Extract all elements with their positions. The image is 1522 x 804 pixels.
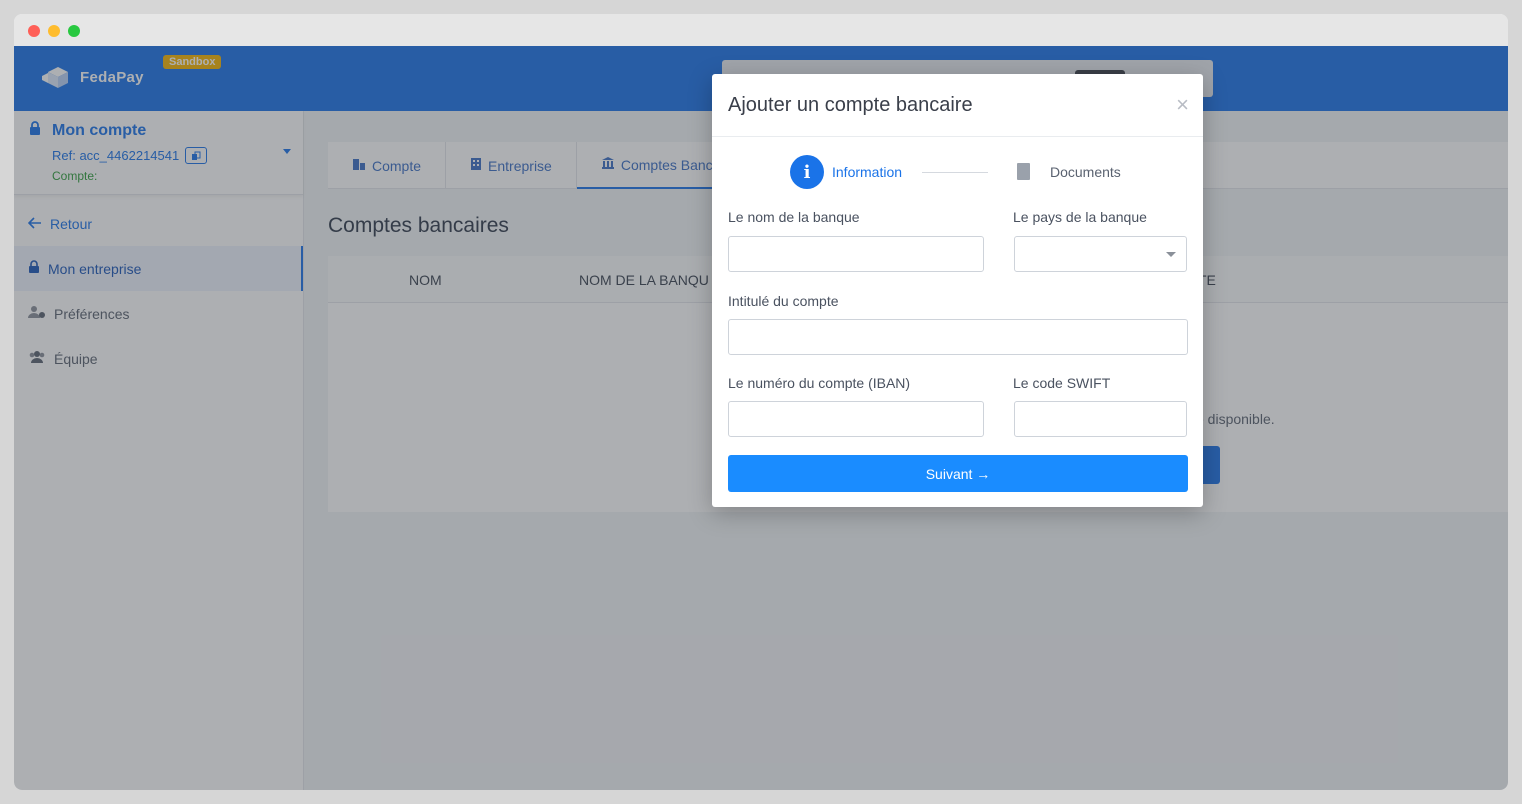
iban-label: Le numéro du compte (IBAN) bbox=[728, 375, 911, 391]
account-title-label: Intitulé du compte bbox=[728, 293, 839, 309]
iban-input[interactable] bbox=[728, 401, 984, 437]
stepper: i Information Documents bbox=[712, 153, 1203, 189]
modal-title: Ajouter un compte bancaire bbox=[728, 94, 973, 116]
step-information: Information bbox=[832, 164, 903, 180]
chevron-down-icon bbox=[1166, 252, 1176, 257]
bank-name-input[interactable] bbox=[728, 236, 984, 272]
step-connector bbox=[922, 172, 988, 173]
info-icon: i bbox=[790, 155, 824, 189]
maximize-window-button[interactable] bbox=[68, 25, 80, 37]
next-button[interactable]: Suivant → bbox=[728, 455, 1188, 492]
document-icon bbox=[1017, 163, 1030, 180]
close-window-button[interactable] bbox=[28, 25, 40, 37]
modal-header: Ajouter un compte bancaire × bbox=[712, 74, 1203, 137]
bank-country-label: Le pays de la banque bbox=[1013, 209, 1147, 225]
add-bank-account-modal: Ajouter un compte bancaire × i Informati… bbox=[712, 74, 1203, 507]
bank-name-label: Le nom de la banque bbox=[728, 209, 860, 225]
swift-input[interactable] bbox=[1014, 401, 1187, 437]
swift-label: Le code SWIFT bbox=[1013, 375, 1111, 391]
step-documents: Documents bbox=[1050, 164, 1121, 180]
bank-country-select[interactable] bbox=[1014, 236, 1187, 272]
minimize-window-button[interactable] bbox=[48, 25, 60, 37]
title-bar bbox=[14, 14, 1508, 46]
account-title-input[interactable] bbox=[728, 319, 1188, 355]
close-icon[interactable]: × bbox=[1176, 92, 1189, 118]
